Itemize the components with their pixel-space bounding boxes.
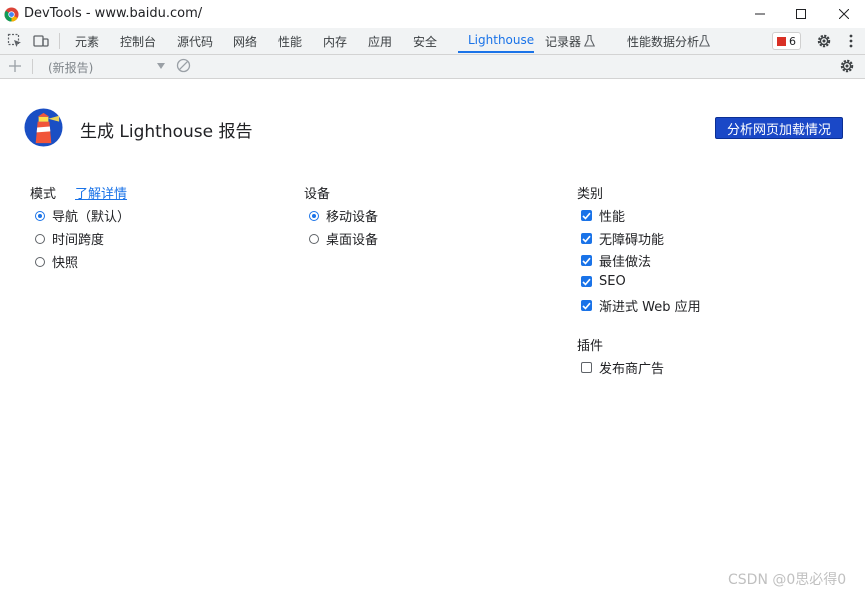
category-best-practices[interactable]: 最佳做法 [581, 251, 651, 270]
category-performance[interactable]: 性能 [581, 206, 625, 225]
tab-performance-insights[interactable]: 性能数据分析 [627, 33, 699, 50]
device-option-label: 桌面设备 [326, 233, 379, 248]
window-titlebar: DevTools - www.baidu.com/ [0, 0, 865, 28]
category-label: 性能 [599, 210, 626, 225]
plugin-publisher-ads[interactable]: 发布商广告 [581, 358, 664, 377]
radio-button[interactable] [35, 233, 45, 244]
checkbox[interactable] [581, 255, 592, 266]
lighthouse-toolbar: (新报告) [0, 55, 865, 79]
mode-option-label: 导航（默认） [52, 210, 131, 225]
category-label: SEO [599, 274, 626, 289]
checkbox[interactable] [581, 233, 592, 244]
close-icon [839, 9, 849, 19]
checkmark-icon [582, 212, 591, 220]
experiment-flask-icon [699, 35, 710, 47]
tab-recorder[interactable]: 记录器 [545, 33, 581, 50]
mode-option-timespan[interactable]: 时间跨度 [35, 229, 104, 248]
issues-count: 6 [789, 34, 796, 48]
categories-section-title: 类别 [577, 187, 604, 202]
tab-network[interactable]: 网络 [233, 33, 257, 50]
lighthouse-settings-button[interactable] [838, 57, 856, 75]
active-tab-indicator [458, 51, 534, 53]
inspect-element-button[interactable] [6, 32, 24, 50]
checkmark-icon [582, 302, 591, 310]
device-mode-icon [33, 35, 49, 47]
select-element-icon [7, 33, 21, 47]
clear-icon[interactable] [176, 58, 191, 73]
device-section-title: 设备 [304, 187, 331, 202]
page-title: 生成 Lighthouse 报告 [80, 122, 253, 142]
settings-button[interactable] [815, 32, 833, 50]
new-report-button[interactable] [6, 57, 24, 75]
chrome-logo-icon [4, 7, 19, 22]
more-options-button[interactable] [842, 32, 860, 50]
tab-performance[interactable]: 性能 [278, 33, 302, 50]
watermark: CSDN @0思必得0 [728, 572, 847, 588]
device-option-mobile[interactable]: 移动设备 [309, 206, 378, 225]
mode-option-snapshot[interactable]: 快照 [35, 252, 78, 271]
radio-button[interactable] [309, 233, 319, 244]
report-select[interactable]: (新报告) [48, 59, 93, 76]
checkbox[interactable] [581, 362, 592, 373]
toolbar-divider [32, 59, 33, 74]
dropdown-arrow-icon[interactable] [157, 63, 165, 69]
checkmark-icon [582, 278, 591, 286]
category-label: 无障碍功能 [599, 233, 665, 248]
radio-button[interactable] [35, 210, 45, 221]
issue-flag-icon [777, 36, 786, 46]
category-accessibility[interactable]: 无障碍功能 [581, 229, 664, 248]
toolbar-divider [59, 33, 60, 49]
gear-icon [840, 59, 854, 73]
tab-lighthouse[interactable]: Lighthouse [468, 33, 534, 47]
plugin-label: 发布商广告 [599, 362, 665, 377]
checkbox[interactable] [581, 210, 592, 221]
mode-option-label: 时间跨度 [52, 233, 105, 248]
category-seo[interactable]: SEO [581, 274, 626, 289]
checkbox[interactable] [581, 276, 592, 287]
radio-button[interactable] [309, 210, 319, 221]
category-label: 最佳做法 [599, 255, 652, 270]
issues-counter-button[interactable]: 6 [772, 32, 801, 50]
tab-sources[interactable]: 源代码 [177, 33, 213, 50]
mode-section-title: 模式 [30, 187, 57, 202]
window-title: DevTools - www.baidu.com/ [24, 6, 203, 21]
checkmark-icon [582, 235, 591, 243]
checkbox[interactable] [581, 300, 592, 311]
device-option-desktop[interactable]: 桌面设备 [309, 229, 378, 248]
category-label: 渐进式 Web 应用 [599, 300, 701, 315]
device-toolbar-button[interactable] [32, 32, 50, 50]
maximize-button[interactable] [778, 0, 824, 28]
lighthouse-logo [24, 108, 63, 147]
tab-application[interactable]: 应用 [368, 33, 392, 50]
experiment-flask-icon [584, 35, 595, 47]
tab-security[interactable]: 安全 [413, 33, 437, 50]
devtools-tabbar: 元素 控制台 源代码 网络 性能 内存 应用 安全 Lighthouse 记录器… [0, 28, 865, 55]
tab-memory[interactable]: 内存 [323, 33, 347, 50]
analyze-page-load-button[interactable]: 分析网页加载情况 [715, 117, 843, 139]
minimize-icon [755, 13, 765, 15]
minimize-button[interactable] [737, 0, 783, 28]
mode-option-label: 快照 [52, 256, 79, 271]
mode-option-navigation[interactable]: 导航（默认） [35, 206, 130, 225]
plus-icon [9, 60, 21, 72]
close-window-button[interactable] [821, 0, 865, 28]
plugins-section-title: 插件 [577, 339, 604, 354]
radio-button[interactable] [35, 256, 45, 267]
tab-console[interactable]: 控制台 [120, 33, 156, 50]
learn-more-link[interactable]: 了解详情 [75, 183, 127, 202]
category-pwa[interactable]: 渐进式 Web 应用 [581, 296, 701, 315]
kebab-menu-icon [849, 34, 853, 48]
device-option-label: 移动设备 [326, 210, 379, 225]
maximize-icon [796, 9, 806, 19]
checkmark-icon [582, 257, 591, 265]
tab-elements[interactable]: 元素 [75, 33, 99, 50]
gear-icon [817, 34, 831, 48]
